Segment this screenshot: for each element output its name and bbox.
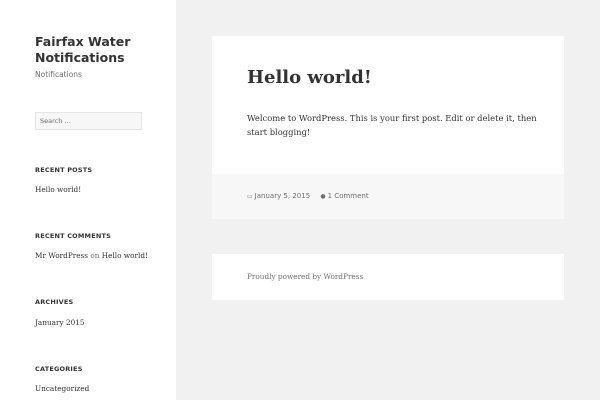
post-card: Hello world! Welcome to WordPress. This … <box>212 36 564 219</box>
site-description: Notifications <box>35 70 82 79</box>
comment-icon: ● <box>320 193 326 200</box>
category-link[interactable]: Uncategorized <box>35 384 89 393</box>
post-meta: ▭ January 5, 2015 ● 1 Comment <box>212 174 564 219</box>
comment-author-link[interactable]: Mr WordPress <box>35 251 88 260</box>
footer-credit-link[interactable]: Proudly powered by WordPress <box>247 272 363 281</box>
calendar-icon: ▭ <box>247 193 253 200</box>
site-footer: Proudly powered by WordPress <box>212 254 564 300</box>
categories-heading: CATEGORIES <box>35 365 83 373</box>
recent-post-link[interactable]: Hello world! <box>35 185 81 194</box>
search-input[interactable]: Search … <box>35 112 142 130</box>
comment-post-link[interactable]: Hello world! <box>102 251 148 260</box>
site-title[interactable]: Fairfax Water Notifications <box>35 34 155 66</box>
sidebar: Fairfax Water Notifications Notification… <box>0 0 176 400</box>
archive-link[interactable]: January 2015 <box>35 318 85 327</box>
post-title[interactable]: Hello world! <box>247 67 372 88</box>
archives-heading: ARCHIVES <box>35 298 74 306</box>
comments-link[interactable]: 1 Comment <box>328 192 369 200</box>
recent-comment-item: Mr WordPress on Hello world! <box>35 251 148 260</box>
recent-posts-heading: RECENT POSTS <box>35 166 93 174</box>
recent-comments-heading: RECENT COMMENTS <box>35 232 112 240</box>
comment-connector: on <box>90 251 100 260</box>
post-body: Welcome to WordPress. This is your first… <box>247 113 537 137</box>
post-date-link[interactable]: January 5, 2015 <box>255 192 310 200</box>
